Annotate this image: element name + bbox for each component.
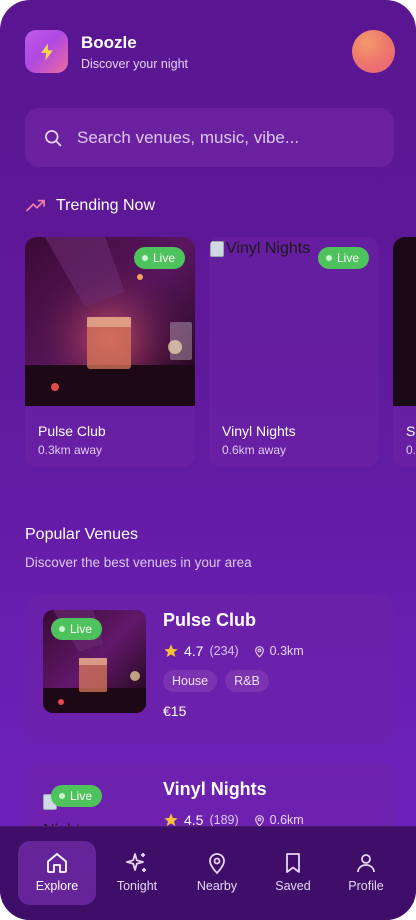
- trending-card[interactable]: S 0.: [393, 237, 416, 467]
- user-icon: [357, 854, 375, 873]
- bottom-nav: Explore Tonight Nearby Saved Profile: [0, 826, 416, 920]
- venue-review-count: (189): [209, 813, 239, 827]
- venue-name: Vinyl Nights: [163, 779, 267, 799]
- map-pin-icon: [254, 814, 264, 827]
- nav-label: Saved: [275, 879, 311, 893]
- map-pin-icon: [254, 645, 264, 658]
- sparkles-icon: [126, 853, 146, 872]
- home-icon: [47, 853, 67, 873]
- bookmark-icon: [286, 853, 300, 873]
- trending-card[interactable]: Live Pulse Club 0.3km away: [25, 237, 195, 467]
- search-bar[interactable]: [25, 108, 394, 167]
- venue-tags: House R&B: [163, 670, 269, 692]
- live-dot-icon: [326, 255, 332, 261]
- venue-rating: 4.7: [184, 643, 204, 659]
- trending-venue-distance: 0.6km away: [222, 443, 287, 457]
- trending-venue-name: S: [406, 423, 416, 439]
- map-pin-icon: [209, 853, 225, 875]
- nav-item-saved[interactable]: Saved: [254, 841, 332, 905]
- live-dot-icon: [59, 793, 65, 799]
- venue-name: Pulse Club: [163, 610, 257, 630]
- venue-distance: 0.6km: [269, 813, 304, 827]
- trending-venue-name: Vinyl Nights: [222, 423, 296, 439]
- app-tagline: Discover your night: [81, 57, 188, 71]
- venue-distance: 0.3km: [269, 644, 304, 658]
- nav-item-profile[interactable]: Profile: [327, 841, 405, 905]
- nav-label: Nearby: [196, 879, 238, 893]
- trending-up-icon: [26, 199, 45, 212]
- avatar[interactable]: [352, 30, 395, 73]
- venue-photo: [393, 237, 416, 406]
- trending-venue-distance: 0.: [406, 443, 416, 457]
- nav-label: Explore: [35, 879, 79, 893]
- search-input[interactable]: [77, 108, 377, 167]
- broken-image-icon: [210, 241, 224, 257]
- nav-label: Profile: [348, 879, 384, 893]
- live-badge: Live: [51, 785, 103, 807]
- venue-meta: 4.7 (234) 0.3km: [163, 643, 304, 659]
- trending-title: Trending Now: [56, 197, 156, 214]
- nav-item-tonight[interactable]: Tonight: [98, 841, 176, 905]
- live-badge: Live: [318, 247, 370, 269]
- image-alt-text: Vinyl Nights: [226, 240, 311, 257]
- trending-card[interactable]: Vinyl Nights Live Vinyl Nights 0.6km awa…: [209, 237, 379, 467]
- live-badge: Live: [51, 618, 103, 640]
- app-logo: [25, 30, 68, 73]
- star-icon: [164, 644, 178, 657]
- app-screen: Boozle Discover your night Trending Now: [0, 0, 416, 920]
- live-dot-icon: [59, 626, 65, 632]
- nav-label: Tonight: [116, 879, 158, 893]
- nav-item-nearby[interactable]: Nearby: [178, 841, 256, 905]
- nav-item-explore[interactable]: Explore: [18, 841, 96, 905]
- trending-venue-name: Pulse Club: [38, 423, 106, 439]
- live-badge: Live: [134, 247, 186, 269]
- venue-review-count: (234): [209, 644, 239, 658]
- genre-tag: R&B: [225, 670, 269, 692]
- trending-venue-distance: 0.3km away: [38, 443, 103, 457]
- venue-card[interactable]: Live Pulse Club 4.7 (234) 0.3km House R&…: [25, 594, 394, 744]
- search-icon: [45, 130, 62, 147]
- popular-title: Popular Venues: [25, 526, 138, 543]
- lightning-icon: [40, 43, 53, 60]
- popular-subtitle: Discover the best venues in your area: [25, 555, 252, 570]
- genre-tag: House: [163, 670, 218, 692]
- venue-price: €15: [163, 703, 187, 719]
- live-dot-icon: [142, 255, 148, 261]
- app-name: Boozle: [81, 33, 137, 52]
